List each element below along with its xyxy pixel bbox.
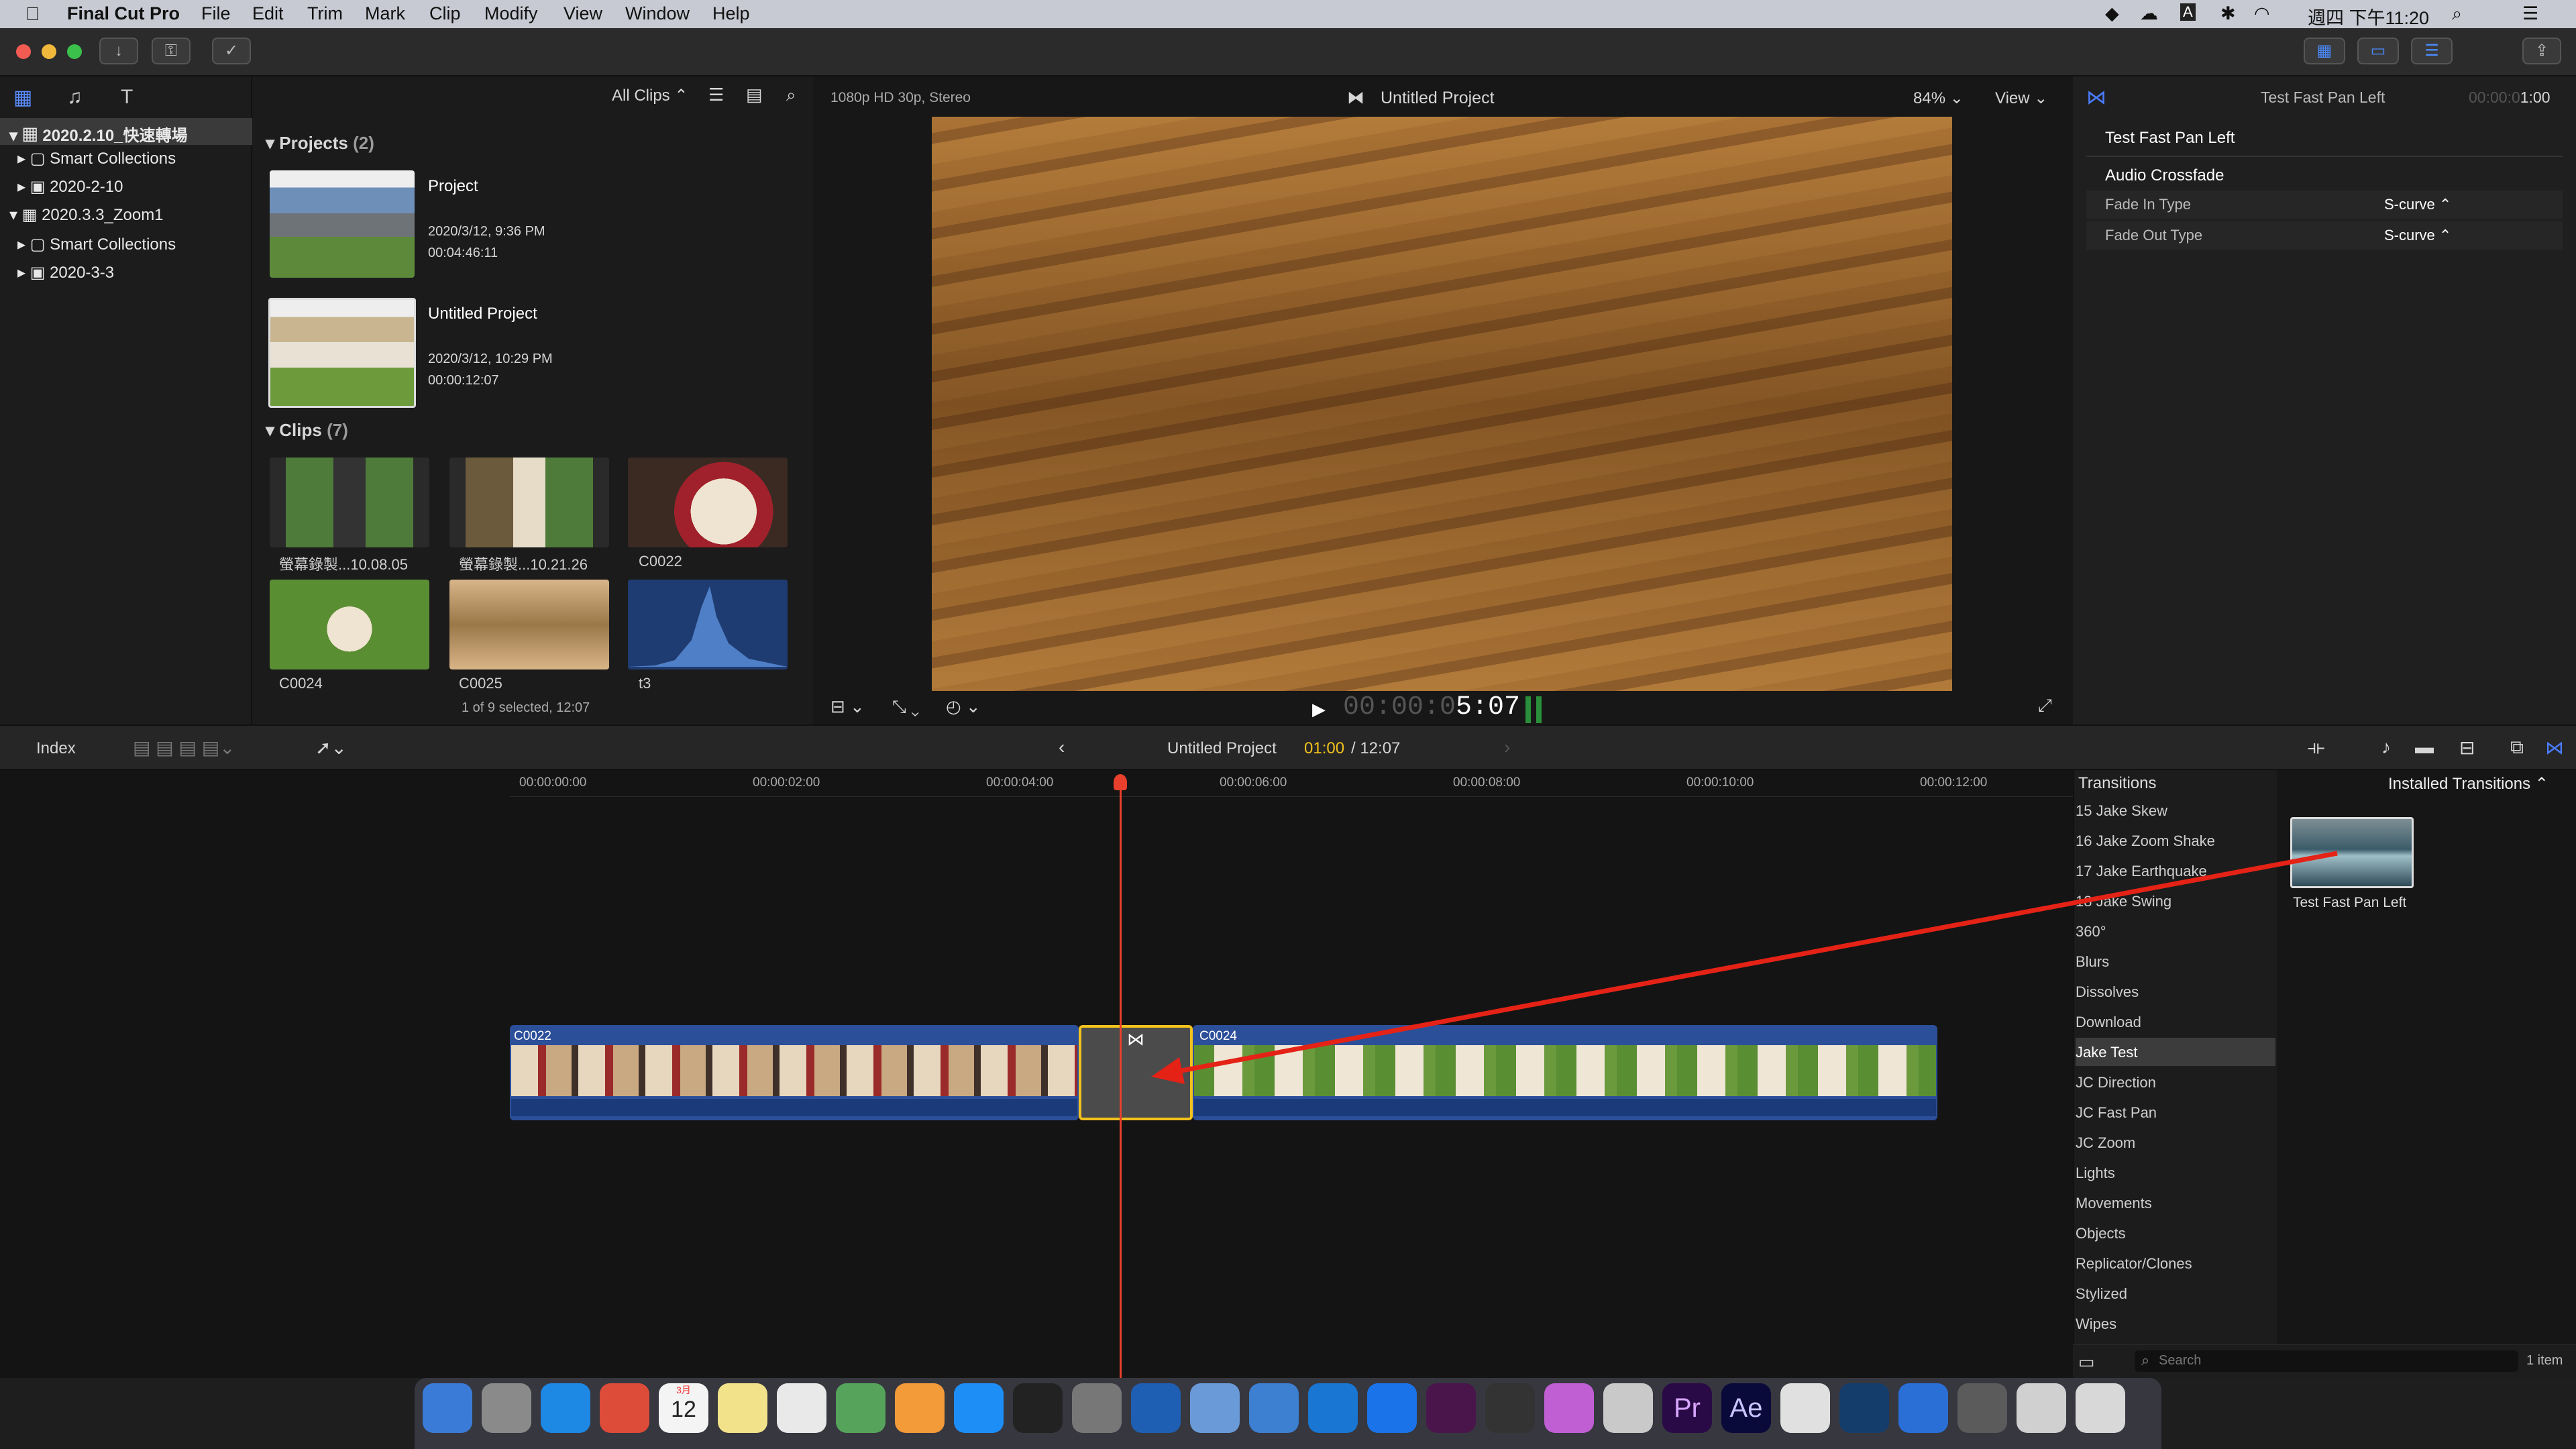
dock-app-icon[interactable] xyxy=(1013,1383,1063,1433)
dock-app-icon[interactable] xyxy=(1957,1383,2007,1433)
dock-app-icon[interactable] xyxy=(1190,1383,1240,1433)
dock-app-icon[interactable] xyxy=(895,1383,945,1433)
dock-app-icon[interactable] xyxy=(1249,1383,1299,1433)
dock-app-icon[interactable] xyxy=(954,1383,1004,1433)
dock-app-icon[interactable] xyxy=(1426,1383,1476,1433)
after-effects-icon[interactable]: Ae xyxy=(1721,1383,1771,1433)
dock-app-icon[interactable] xyxy=(423,1383,472,1433)
dock-app-icon[interactable] xyxy=(1308,1383,1358,1433)
calendar-icon[interactable]: 3月 12 xyxy=(659,1383,708,1433)
dock-app-icon[interactable] xyxy=(1367,1383,1417,1433)
dock-app-icon[interactable] xyxy=(836,1383,885,1433)
premiere-icon[interactable]: Pr xyxy=(1662,1383,1712,1433)
dock-app-icon[interactable] xyxy=(1780,1383,1830,1433)
dock-app-icon[interactable] xyxy=(482,1383,531,1433)
dock-app-icon[interactable] xyxy=(1072,1383,1122,1433)
dock-app-icon[interactable] xyxy=(777,1383,826,1433)
dock-app-icon[interactable] xyxy=(2017,1383,2066,1433)
dock-app-icon[interactable] xyxy=(718,1383,767,1433)
dock-app-icon[interactable] xyxy=(1544,1383,1594,1433)
dock-app-icon[interactable] xyxy=(1485,1383,1535,1433)
dock-app-icon[interactable] xyxy=(1603,1383,1653,1433)
dock-app-icon[interactable] xyxy=(1839,1383,1889,1433)
dock-app-icon[interactable] xyxy=(600,1383,649,1433)
dock-app-icon[interactable] xyxy=(541,1383,590,1433)
drag-arrow xyxy=(1151,851,2338,1084)
dock-app-icon[interactable] xyxy=(2076,1383,2125,1433)
dock-app-icon[interactable] xyxy=(1898,1383,1948,1433)
dock-app-icon[interactable] xyxy=(1131,1383,1181,1433)
